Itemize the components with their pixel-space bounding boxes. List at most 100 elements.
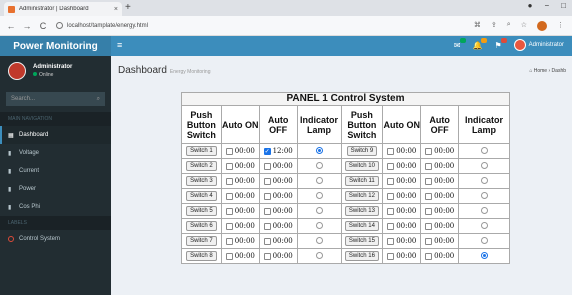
url-field[interactable]: localhost/tamplate/energy.html xyxy=(56,21,474,29)
auto-on-checkbox[interactable] xyxy=(387,147,395,155)
sidebar-item-power[interactable]: ▮ Power xyxy=(0,180,111,198)
auto-on-time[interactable]: 00:00 xyxy=(396,252,416,260)
menu-icon[interactable]: ⋮ xyxy=(557,21,564,31)
sidebar-item-cos-phi[interactable]: ▮ Cos Phi xyxy=(0,198,111,216)
auto-off-time[interactable]: 00:00 xyxy=(434,162,454,170)
auto-off-checkbox[interactable] xyxy=(263,177,271,185)
profile-icon[interactable] xyxy=(537,20,547,31)
switch-button[interactable]: Switch 14 xyxy=(344,221,379,231)
auto-on-checkbox[interactable] xyxy=(225,237,233,245)
auto-on-time[interactable]: 00:00 xyxy=(396,207,416,215)
auto-off-checkbox[interactable] xyxy=(425,222,433,230)
auto-on-time[interactable]: 00:00 xyxy=(235,252,255,260)
tab-close-icon[interactable]: × xyxy=(114,6,118,13)
info-icon[interactable] xyxy=(56,21,63,29)
auto-off-checkbox[interactable] xyxy=(425,147,433,155)
indicator-lamp-radio[interactable] xyxy=(315,161,323,169)
auto-on-checkbox[interactable] xyxy=(225,207,233,215)
auto-off-time[interactable]: 00:00 xyxy=(273,222,293,230)
switch-button[interactable]: Switch 12 xyxy=(344,191,379,201)
auto-off-checkbox[interactable] xyxy=(425,237,433,245)
auto-on-checkbox[interactable] xyxy=(387,252,395,260)
auto-on-time[interactable]: 00:00 xyxy=(396,177,416,185)
auto-off-time[interactable]: 00:00 xyxy=(434,147,454,155)
auto-off-checkbox[interactable] xyxy=(263,207,271,215)
auto-on-time[interactable]: 00:00 xyxy=(235,177,255,185)
auto-off-checkbox[interactable]: ✓ xyxy=(263,147,271,155)
switch-button[interactable]: Switch 16 xyxy=(344,251,379,261)
auto-off-time[interactable]: 12:00 xyxy=(273,147,293,155)
sidebar-search[interactable]: Search... ⌕ xyxy=(6,92,105,106)
switch-button[interactable]: Switch 4 xyxy=(186,191,217,201)
notifications-icon[interactable]: 🔔 xyxy=(473,37,488,50)
new-tab-button[interactable]: + xyxy=(125,2,131,13)
minimize-icon[interactable]: − xyxy=(544,1,549,10)
indicator-lamp-radio[interactable] xyxy=(315,251,323,259)
indicator-lamp-radio[interactable] xyxy=(480,206,488,214)
auto-off-time[interactable]: 00:00 xyxy=(273,252,293,260)
indicator-lamp-radio[interactable] xyxy=(315,146,323,154)
auto-off-time[interactable]: 00:00 xyxy=(434,252,454,260)
auto-off-checkbox[interactable] xyxy=(263,222,271,230)
search-icon[interactable]: ⌕ xyxy=(97,96,100,103)
sidebar-item-dashboard[interactable]: ▦ Dashboard xyxy=(0,126,111,144)
auto-off-time[interactable]: 00:00 xyxy=(273,177,293,185)
breadcrumb-home[interactable]: Home xyxy=(534,68,547,74)
star-icon[interactable]: ☆ xyxy=(521,21,527,31)
indicator-lamp-radio[interactable] xyxy=(315,191,323,199)
auto-off-checkbox[interactable] xyxy=(263,162,271,170)
auto-on-time[interactable]: 00:00 xyxy=(396,162,416,170)
sidebar-item-current[interactable]: ▮ Current xyxy=(0,162,111,180)
auto-off-checkbox[interactable] xyxy=(425,192,433,200)
zoom-icon[interactable]: ⌕ xyxy=(507,21,511,31)
messages-icon[interactable]: ✉ xyxy=(454,37,466,50)
tasks-icon[interactable]: ⚑ xyxy=(494,37,507,50)
indicator-lamp-radio[interactable] xyxy=(315,221,323,229)
auto-on-time[interactable]: 00:00 xyxy=(396,147,416,155)
indicator-lamp-radio[interactable] xyxy=(480,176,488,184)
auto-on-checkbox[interactable] xyxy=(225,177,233,185)
auto-on-checkbox[interactable] xyxy=(387,162,395,170)
record-icon[interactable]: ● xyxy=(528,1,533,10)
auto-on-checkbox[interactable] xyxy=(387,177,395,185)
auto-on-time[interactable]: 00:00 xyxy=(235,222,255,230)
switch-button[interactable]: Switch 8 xyxy=(186,251,217,261)
user-menu[interactable]: Administrator xyxy=(513,39,564,51)
auto-off-checkbox[interactable] xyxy=(425,162,433,170)
indicator-lamp-radio[interactable] xyxy=(480,251,488,259)
auto-off-time[interactable]: 00:00 xyxy=(434,222,454,230)
indicator-lamp-radio[interactable] xyxy=(480,161,488,169)
indicator-lamp-radio[interactable] xyxy=(480,191,488,199)
auto-on-checkbox[interactable] xyxy=(225,147,233,155)
indicator-lamp-radio[interactable] xyxy=(315,176,323,184)
auto-on-checkbox[interactable] xyxy=(387,222,395,230)
forward-icon[interactable]: → xyxy=(22,21,32,31)
auto-on-time[interactable]: 00:00 xyxy=(235,192,255,200)
sidebar-toggle-icon[interactable]: ≡ xyxy=(117,40,122,50)
indicator-lamp-radio[interactable] xyxy=(315,206,323,214)
auto-off-time[interactable]: 00:00 xyxy=(273,207,293,215)
switch-button[interactable]: Switch 11 xyxy=(345,176,379,186)
auto-off-time[interactable]: 00:00 xyxy=(273,192,293,200)
auto-off-time[interactable]: 00:00 xyxy=(434,207,454,215)
auto-on-time[interactable]: 00:00 xyxy=(396,222,416,230)
auto-off-checkbox[interactable] xyxy=(425,207,433,215)
auto-off-time[interactable]: 00:00 xyxy=(434,192,454,200)
switch-button[interactable]: Switch 3 xyxy=(186,176,217,186)
switch-button[interactable]: Switch 7 xyxy=(186,236,217,246)
auto-on-checkbox[interactable] xyxy=(225,222,233,230)
back-icon[interactable]: ← xyxy=(6,21,16,31)
auto-off-checkbox[interactable] xyxy=(425,252,433,260)
switch-button[interactable]: Switch 5 xyxy=(186,206,217,216)
auto-off-time[interactable]: 00:00 xyxy=(273,237,293,245)
auto-on-time[interactable]: 00:00 xyxy=(396,237,416,245)
auto-on-checkbox[interactable] xyxy=(225,162,233,170)
translate-icon[interactable]: ⌘ xyxy=(474,21,481,31)
auto-on-checkbox[interactable] xyxy=(225,252,233,260)
auto-off-checkbox[interactable] xyxy=(263,192,271,200)
auto-on-checkbox[interactable] xyxy=(225,192,233,200)
auto-on-checkbox[interactable] xyxy=(387,237,395,245)
switch-button[interactable]: Switch 2 xyxy=(186,161,217,171)
indicator-lamp-radio[interactable] xyxy=(480,221,488,229)
auto-off-checkbox[interactable] xyxy=(425,177,433,185)
